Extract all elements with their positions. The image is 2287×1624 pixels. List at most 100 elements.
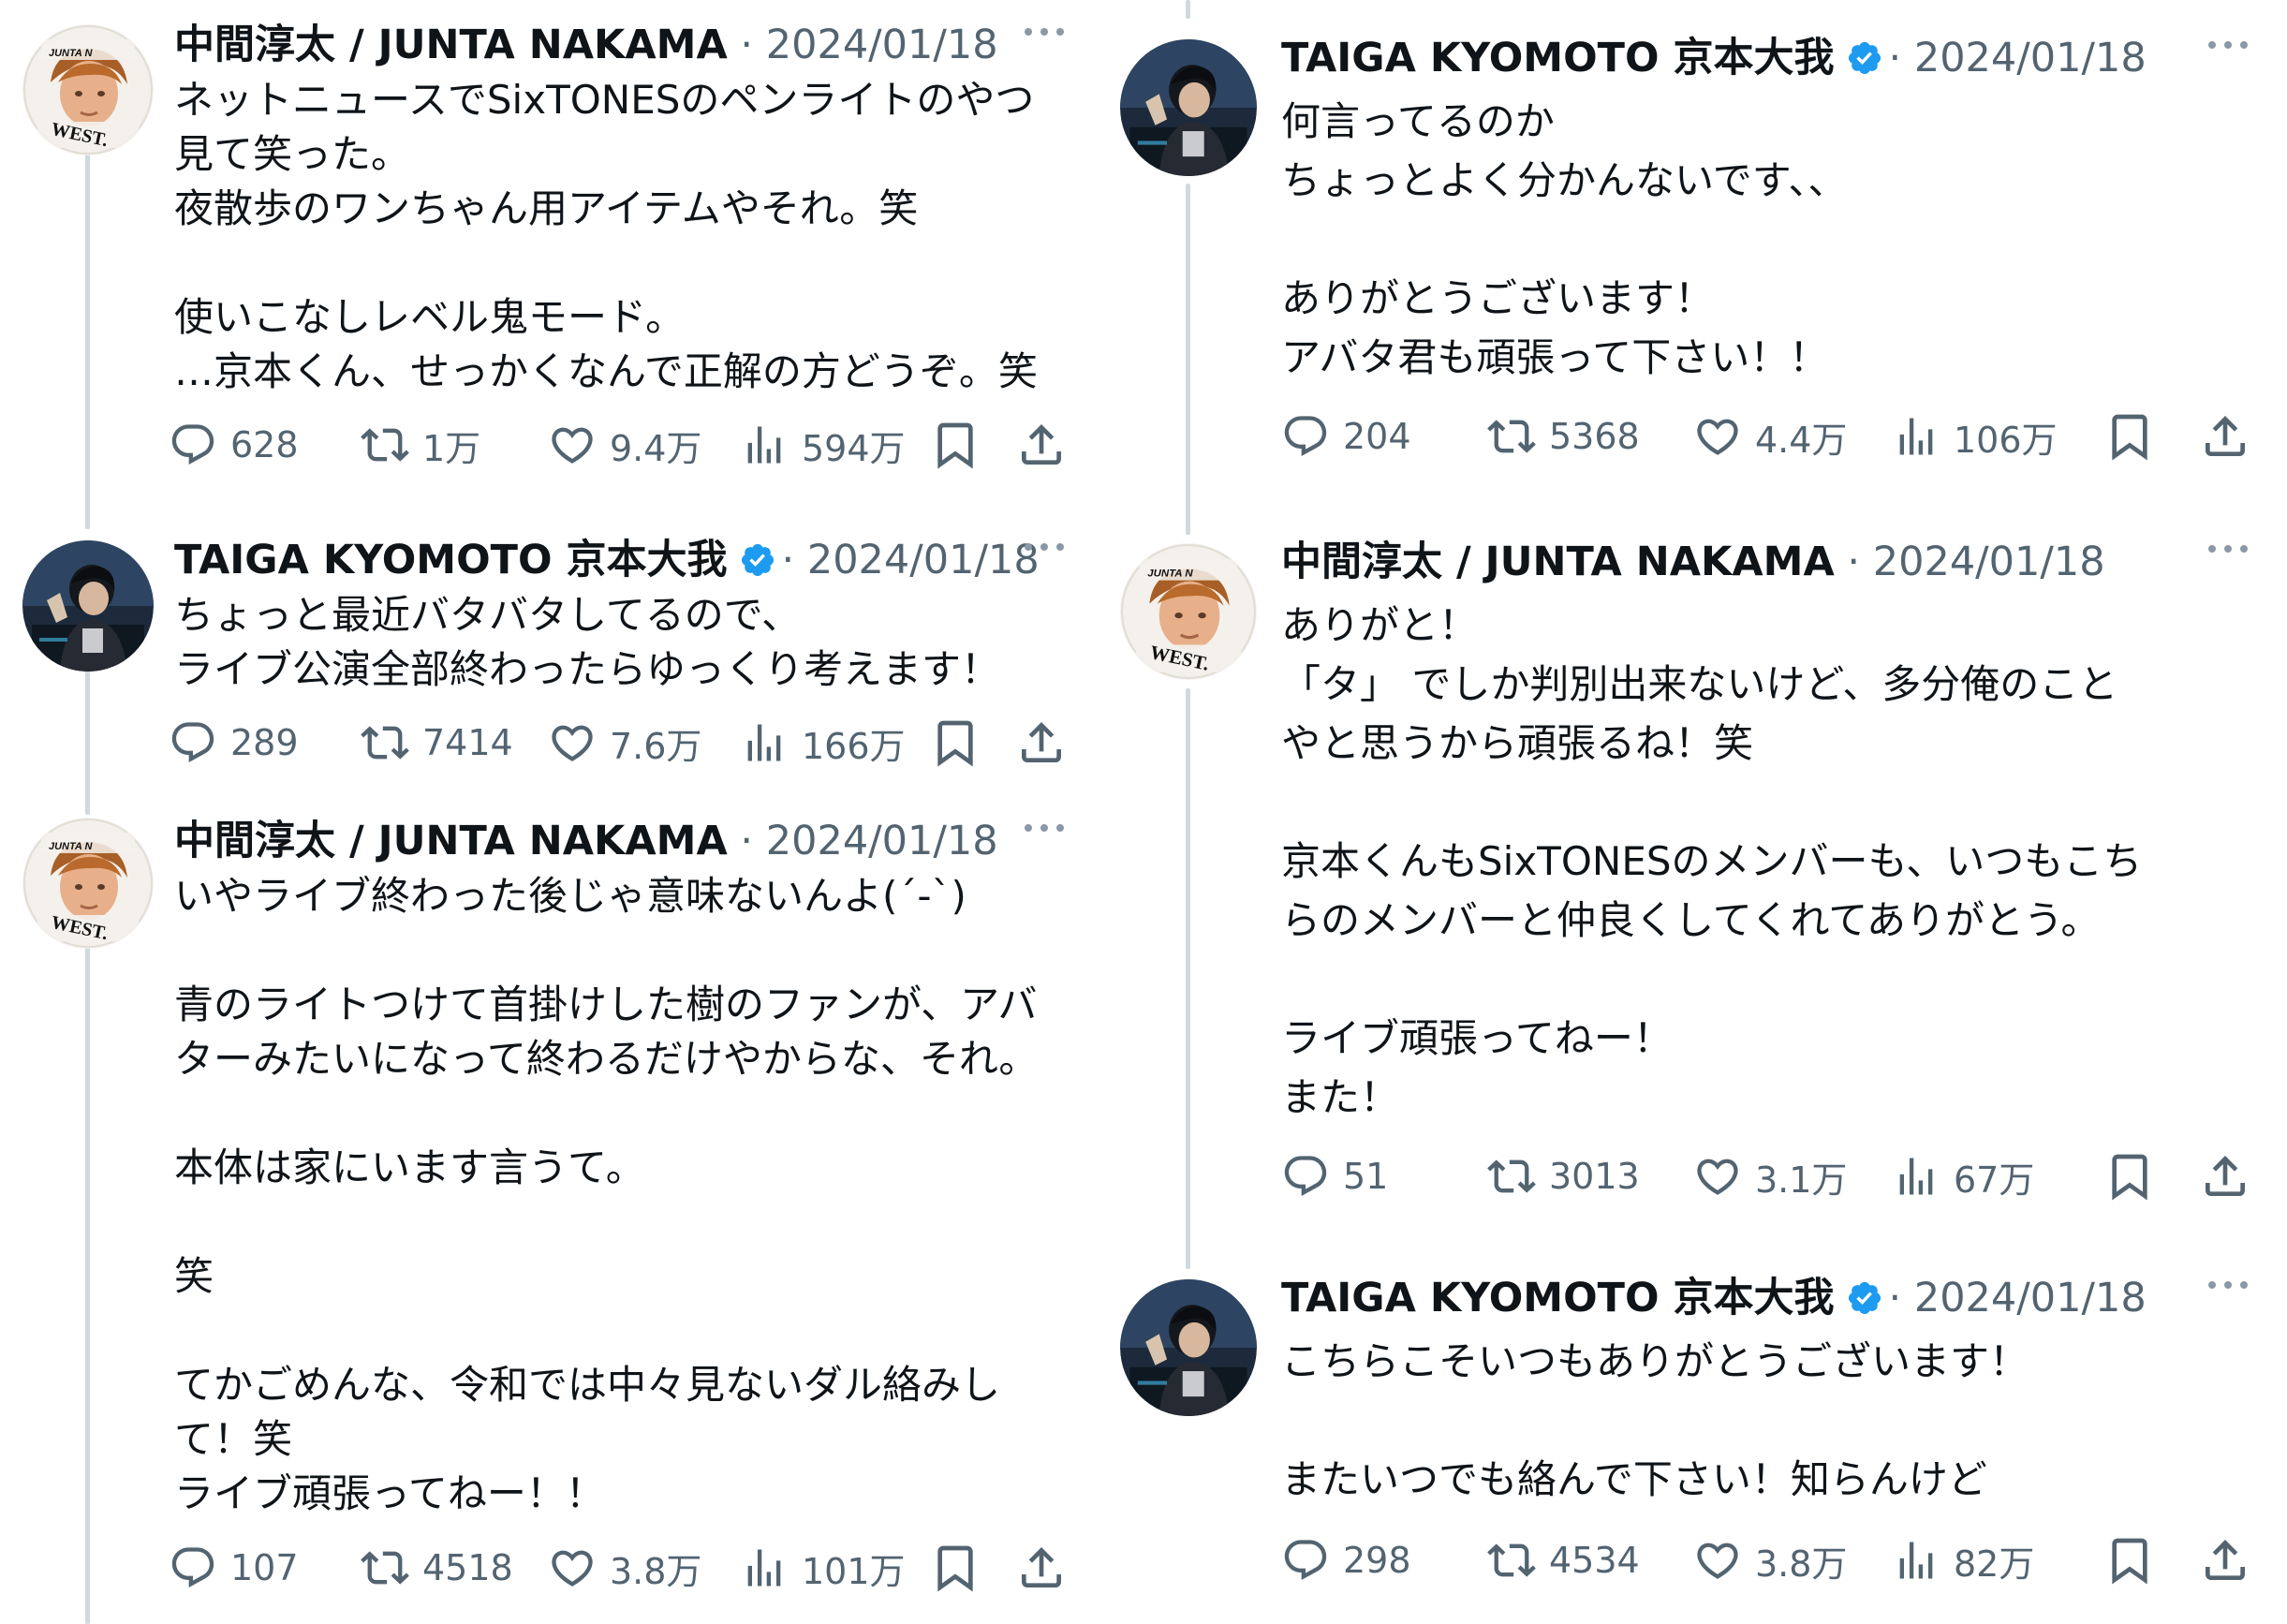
display-name[interactable]: TAIGA KYOMOTO 京本大我 (1281, 35, 1835, 81)
like-button[interactable]: 3.8万 (548, 1540, 701, 1596)
display-name[interactable]: 中間淳太 / JUNTA NAKAMA (1281, 539, 1835, 585)
more-icon[interactable] (2205, 1276, 2251, 1294)
retweet-icon (1487, 412, 1536, 461)
retweet-button[interactable]: 3013 (1487, 1148, 1640, 1204)
retweet-button[interactable]: 7414 (361, 715, 513, 771)
more-icon[interactable] (2205, 36, 2251, 54)
tweet-date[interactable]: 2024/01/18 (766, 818, 998, 864)
bookmark-icon[interactable] (2103, 1150, 2156, 1203)
avatar[interactable] (1120, 39, 1257, 176)
reply-button[interactable]: 628 (169, 417, 299, 473)
tweet[interactable]: TAIGA KYOMOTO 京本大我 · 2024/01/18 何言ってるのか ち… (1143, 0, 2287, 524)
avatar[interactable] (22, 540, 154, 672)
avatar[interactable] (1120, 1279, 1257, 1416)
like-count: 7.6万 (610, 725, 702, 767)
retweet-button[interactable]: 4518 (361, 1540, 513, 1596)
share-icon[interactable] (1015, 1542, 1068, 1594)
tweet[interactable]: TAIGA KYOMOTO 京本大我 · 2024/01/18 ちょっと最近バタバ… (0, 515, 1143, 796)
reply-button[interactable]: 51 (1281, 1148, 1388, 1204)
reply-icon (1281, 1536, 1330, 1585)
tweet-date[interactable]: 2024/01/18 (1873, 539, 2105, 585)
tweet[interactable]: JUNTA N WEST. 中間淳太 / JUNTA NAKAMA · 2024… (1143, 524, 2287, 1255)
retweet-icon (361, 421, 409, 469)
action-bar: 628 1万 9.4万 594万 (169, 417, 1068, 473)
action-bar: 107 4518 3.8万 101万 (169, 1540, 1068, 1596)
views-button[interactable]: 594万 (740, 417, 906, 473)
bookmark-icon[interactable] (929, 716, 981, 769)
tweet-date[interactable]: 2024/01/18 (807, 537, 1040, 583)
like-button[interactable]: 3.1万 (1693, 1148, 1847, 1204)
retweet-count: 4534 (1549, 1540, 1640, 1581)
share-icon[interactable] (2199, 1150, 2251, 1203)
bookmark-icon[interactable] (929, 419, 981, 471)
avatar[interactable]: JUNTA N WEST. (1120, 543, 1257, 680)
action-bar: 51 3013 3.1万 67万 (1281, 1148, 2274, 1204)
retweet-count: 1万 (422, 427, 481, 469)
display-name[interactable]: 中間淳太 / JUNTA NAKAMA (174, 22, 728, 68)
reply-button[interactable]: 298 (1281, 1532, 1411, 1588)
retweet-button[interactable]: 4534 (1487, 1532, 1640, 1588)
avatar[interactable]: JUNTA N WEST. (22, 24, 154, 155)
reply-count: 628 (230, 424, 299, 465)
views-button[interactable]: 67万 (1892, 1148, 2034, 1204)
tweet-date[interactable]: 2024/01/18 (1914, 35, 2147, 81)
avatar-badge-top: JUNTA N (49, 841, 94, 852)
share-icon[interactable] (2199, 1534, 2251, 1587)
like-count: 4.4万 (1755, 419, 1848, 461)
like-count: 3.8万 (1755, 1543, 1848, 1585)
tweet-header: TAIGA KYOMOTO 京本大我 · 2024/01/18 (1281, 1270, 2147, 1326)
retweet-button[interactable]: 5368 (1487, 408, 1640, 465)
tweet[interactable]: TAIGA KYOMOTO 京本大我 · 2024/01/18 こちらこそいつもあ… (1143, 1255, 2287, 1624)
separator: · (1847, 539, 1861, 585)
like-icon (548, 718, 597, 767)
separator: · (781, 537, 795, 583)
right-thread-column: TAIGA KYOMOTO 京本大我 · 2024/01/18 何言ってるのか ち… (1143, 0, 2287, 1624)
share-icon[interactable] (1015, 419, 1068, 471)
more-icon[interactable] (2205, 539, 2251, 558)
share-icon[interactable] (2199, 410, 2251, 463)
reply-button[interactable]: 204 (1281, 408, 1411, 465)
more-icon[interactable] (1021, 538, 1068, 556)
views-button[interactable]: 166万 (740, 715, 906, 771)
tweet-date[interactable]: 2024/01/18 (766, 22, 998, 68)
views-icon (1892, 412, 1940, 461)
like-button[interactable]: 4.4万 (1693, 408, 1847, 465)
separator: · (1888, 1275, 1902, 1321)
tweet-text: こちらこそいつもありがとうございます！ またいつでも絡んで下さい！知らんけど (1281, 1338, 2029, 1502)
display-name[interactable]: TAIGA KYOMOTO 京本大我 (1281, 1275, 1835, 1321)
tweet[interactable]: JUNTA N WEST. 中間淳太 / JUNTA NAKAMA · 2024… (0, 0, 1143, 524)
views-button[interactable]: 82万 (1892, 1532, 2034, 1588)
like-icon (1693, 1536, 1742, 1585)
reply-count: 204 (1343, 416, 1411, 457)
reply-count: 107 (230, 1547, 299, 1588)
tweet-text: ありがと！ 「タ」 でしか判別出来ないけど、多分俺のこと やと思うから頑張るね！… (1281, 602, 2143, 1120)
more-icon[interactable] (1021, 22, 1068, 41)
view-count: 101万 (802, 1550, 906, 1592)
reply-button[interactable]: 107 (169, 1540, 299, 1596)
bookmark-icon[interactable] (929, 1542, 981, 1594)
display-name[interactable]: TAIGA KYOMOTO 京本大我 (174, 537, 728, 583)
reply-button[interactable]: 289 (169, 715, 299, 771)
retweet-icon (1487, 1536, 1536, 1585)
more-icon[interactable] (1021, 819, 1068, 837)
display-name[interactable]: 中間淳太 / JUNTA NAKAMA (174, 818, 728, 864)
views-button[interactable]: 106万 (1892, 408, 2058, 465)
share-icon[interactable] (1015, 716, 1068, 769)
reply-icon (169, 421, 217, 469)
avatar[interactable]: JUNTA N WEST. (22, 818, 154, 949)
views-button[interactable]: 101万 (740, 1540, 906, 1596)
like-button[interactable]: 7.6万 (548, 715, 701, 771)
tweet[interactable]: JUNTA N WEST. 中間淳太 / JUNTA NAKAMA · 2024… (0, 796, 1143, 1624)
bookmark-icon[interactable] (2103, 1534, 2156, 1587)
tweet-text: いやライブ終わった後じゃ意味ないんよ(´-`) 青のライトつけて首掛けした樹のフ… (174, 873, 1039, 1516)
view-count: 594万 (802, 427, 906, 469)
retweet-count: 7414 (422, 722, 513, 763)
retweet-count: 4518 (422, 1547, 513, 1588)
tweet-date[interactable]: 2024/01/18 (1914, 1275, 2147, 1321)
bookmark-icon[interactable] (2103, 410, 2156, 463)
views-icon (1892, 1536, 1940, 1585)
like-button[interactable]: 3.8万 (1693, 1532, 1847, 1588)
like-button[interactable]: 9.4万 (548, 417, 701, 473)
retweet-button[interactable]: 1万 (361, 417, 480, 473)
avatar-badge-top: JUNTA N (49, 48, 94, 59)
